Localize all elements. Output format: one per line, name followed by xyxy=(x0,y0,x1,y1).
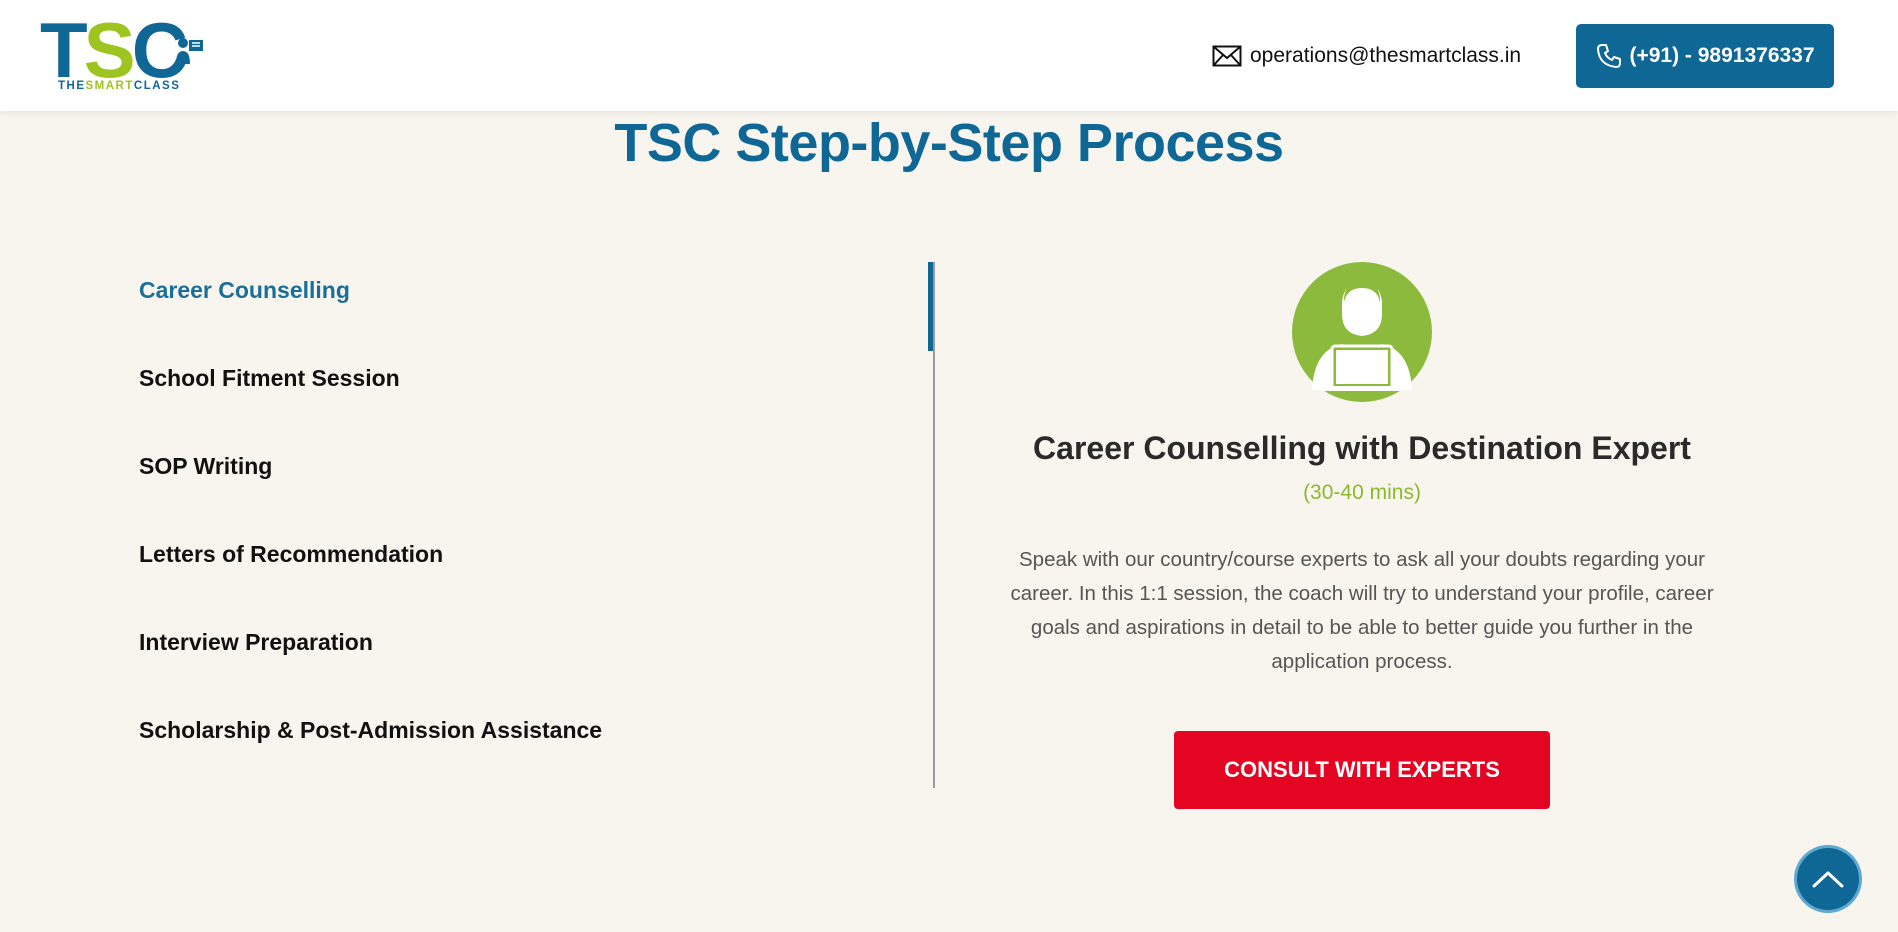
steps-list: Career Counselling School Fitment Sessio… xyxy=(139,262,602,790)
detail-title: Career Counselling with Destination Expe… xyxy=(1033,430,1691,466)
vertical-divider xyxy=(933,262,935,788)
step-interview-preparation[interactable]: Interview Preparation xyxy=(139,598,602,686)
logo-letters: TSC xyxy=(40,6,188,94)
envelope-icon xyxy=(1212,45,1242,67)
consult-with-experts-button[interactable]: CONSULT WITH EXPERTS xyxy=(1174,731,1550,809)
detail-description: Speak with our country/course experts to… xyxy=(1010,548,1714,673)
phone-icon xyxy=(1597,44,1622,68)
logo-subtitle: THESMARTCLASS xyxy=(58,80,181,92)
email-text: operations@thesmartclass.in xyxy=(1250,44,1522,67)
step-school-fitment-session[interactable]: School Fitment Session xyxy=(139,334,602,422)
page-title: TSC Step-by-Step Process xyxy=(614,113,1284,173)
phone-button[interactable]: (+91) - 9891376337 xyxy=(1576,24,1834,88)
email-link[interactable]: operations@thesmartclass.in xyxy=(1212,44,1521,68)
step-scholarship-assistance[interactable]: Scholarship & Post-Admission Assistance xyxy=(139,686,602,774)
counsellor-avatar-icon xyxy=(1292,262,1432,402)
tsc-logo[interactable]: TSC THESMARTCLASS xyxy=(40,6,203,96)
phone-text: (+91) - 9891376337 xyxy=(1629,44,1815,67)
back-to-top-button[interactable] xyxy=(1797,848,1859,910)
step-detail-panel: Career Counselling with Destination Expe… xyxy=(990,262,1734,809)
step-career-counselling[interactable]: Career Counselling xyxy=(139,246,602,334)
step-letters-of-recommendation[interactable]: Letters of Recommendation xyxy=(139,510,602,598)
step-sop-writing[interactable]: SOP Writing xyxy=(139,422,602,510)
detail-duration: (30-40 mins) xyxy=(1303,481,1421,504)
active-step-indicator xyxy=(928,262,933,351)
chevron-up-icon xyxy=(1812,871,1844,888)
site-header: TSC THESMARTCLASS operations@thesmartcla… xyxy=(0,0,1898,111)
teacher-board-icon xyxy=(176,38,203,64)
